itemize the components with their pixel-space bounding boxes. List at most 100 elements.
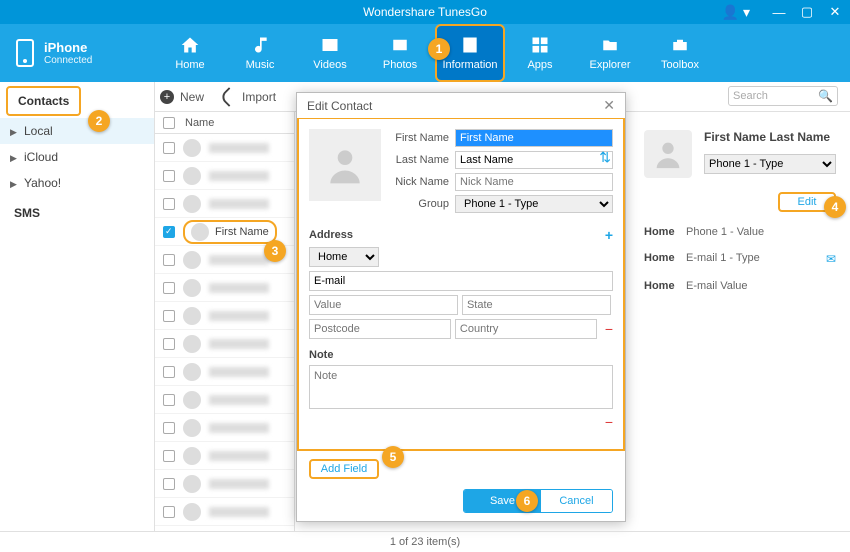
avatar: [183, 363, 201, 381]
avatar: [183, 251, 201, 269]
postcode-input[interactable]: [309, 319, 451, 339]
tab-videos[interactable]: Videos: [295, 24, 365, 82]
last-name-input[interactable]: [455, 151, 613, 169]
app-title: Wondershare TunesGo: [363, 5, 487, 19]
callout-6: 6: [516, 490, 538, 512]
avatar[interactable]: [309, 129, 381, 201]
row-checkbox[interactable]: [163, 450, 175, 462]
user-icon[interactable]: 👤 ▾: [722, 4, 750, 21]
list-item[interactable]: [155, 190, 294, 218]
sidebar-item-local[interactable]: ▶Local: [0, 118, 154, 144]
add-field-button[interactable]: Add Field: [309, 459, 379, 479]
country-input[interactable]: [455, 319, 597, 339]
phone-type-select[interactable]: Phone 1 - Type: [704, 154, 836, 174]
dialog-header: Edit Contact ✕: [297, 93, 625, 119]
cancel-button[interactable]: Cancel: [541, 490, 612, 512]
list-item[interactable]: [155, 498, 294, 526]
list-item[interactable]: [155, 302, 294, 330]
chevron-right-icon: ▶: [10, 153, 17, 164]
tab-apps[interactable]: Apps: [505, 24, 575, 82]
row-checkbox[interactable]: [163, 338, 175, 350]
new-button[interactable]: +New: [160, 90, 204, 104]
list-item[interactable]: [155, 274, 294, 302]
import-button[interactable]: Import: [222, 90, 276, 104]
music-icon: [248, 35, 272, 55]
avatar: [183, 335, 201, 353]
photos-icon: [388, 35, 412, 55]
remove-note-icon[interactable]: −: [605, 414, 613, 430]
main-toolbar: iPhone Connected Home Music Videos Photo…: [0, 24, 850, 82]
list-body[interactable]: First Name: [155, 134, 294, 531]
list-item[interactable]: [155, 414, 294, 442]
tab-music[interactable]: Music: [225, 24, 295, 82]
address-type-select[interactable]: Home: [309, 247, 379, 267]
remove-address-icon[interactable]: −: [605, 321, 613, 337]
contact-name: [209, 199, 269, 209]
row-checkbox[interactable]: [163, 478, 175, 490]
avatar: [183, 279, 201, 297]
information-icon: [458, 35, 482, 55]
maximize-icon[interactable]: ▢: [798, 4, 816, 20]
row-checkbox[interactable]: [163, 422, 175, 434]
avatar: [183, 391, 201, 409]
first-name-input[interactable]: [455, 129, 613, 147]
add-address-icon[interactable]: +: [605, 227, 613, 243]
sidebar-item-yahoo[interactable]: ▶Yahoo!: [0, 170, 154, 196]
list-item[interactable]: [155, 470, 294, 498]
row-checkbox[interactable]: [163, 254, 175, 266]
tab-explorer[interactable]: Explorer: [575, 24, 645, 82]
contact-list: Name First Name: [155, 112, 295, 531]
row-checkbox[interactable]: [163, 506, 175, 518]
nick-name-input[interactable]: [455, 173, 613, 191]
contact-name: [209, 255, 269, 265]
mail-icon[interactable]: ✉: [826, 252, 836, 266]
sidebar-item-icloud[interactable]: ▶iCloud: [0, 144, 154, 170]
sidebar-header-contacts[interactable]: Contacts: [6, 86, 81, 116]
detail-name: First Name Last Name: [704, 130, 836, 144]
import-icon: [219, 87, 239, 107]
minimize-icon[interactable]: ―: [770, 5, 788, 20]
list-item[interactable]: [155, 386, 294, 414]
search-input[interactable]: Search🔍: [728, 86, 838, 106]
tab-toolbox[interactable]: Toolbox: [645, 24, 715, 82]
detail-panel: First Name Last Name Phone 1 - Type Edit…: [630, 112, 850, 531]
group-select[interactable]: Phone 1 - Type: [455, 195, 613, 213]
row-checkbox[interactable]: [163, 226, 175, 238]
email-input[interactable]: [309, 271, 613, 291]
list-item[interactable]: [155, 134, 294, 162]
callout-4: 4: [824, 196, 846, 218]
device-panel[interactable]: iPhone Connected: [0, 39, 155, 67]
row-checkbox[interactable]: [163, 282, 175, 294]
contact-name: [209, 451, 269, 461]
avatar: [183, 447, 201, 465]
row-checkbox[interactable]: [163, 394, 175, 406]
row-checkbox[interactable]: [163, 142, 175, 154]
value-input[interactable]: [309, 295, 458, 315]
swap-icon[interactable]: ⇅: [599, 149, 611, 166]
row-checkbox[interactable]: [163, 310, 175, 322]
row-checkbox[interactable]: [163, 366, 175, 378]
list-item[interactable]: [155, 162, 294, 190]
avatar: [183, 195, 201, 213]
row-checkbox[interactable]: [163, 198, 175, 210]
select-all-checkbox[interactable]: [163, 117, 175, 129]
note-input[interactable]: [309, 365, 613, 409]
chevron-right-icon: ▶: [10, 127, 17, 138]
close-icon[interactable]: ✕: [826, 4, 844, 20]
phone-icon: [16, 39, 34, 67]
avatar: [644, 130, 692, 178]
videos-icon: [318, 35, 342, 55]
sidebar-header-sms[interactable]: SMS: [0, 196, 154, 226]
list-item[interactable]: [155, 358, 294, 386]
list-item[interactable]: [155, 442, 294, 470]
tab-home[interactable]: Home: [155, 24, 225, 82]
contact-name: [209, 507, 269, 517]
avatar: [183, 139, 201, 157]
home-icon: [178, 35, 202, 55]
state-input[interactable]: [462, 295, 611, 315]
list-item[interactable]: [155, 330, 294, 358]
row-checkbox[interactable]: [163, 170, 175, 182]
edit-contact-dialog: Edit Contact ✕ First Name Last Name Nick…: [296, 92, 626, 522]
close-icon[interactable]: ✕: [603, 97, 615, 114]
tab-photos[interactable]: Photos: [365, 24, 435, 82]
